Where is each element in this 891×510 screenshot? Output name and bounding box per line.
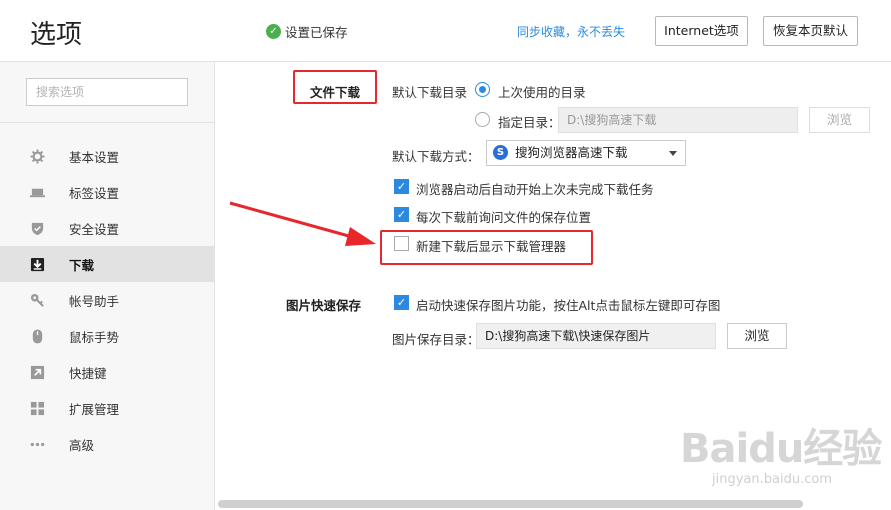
baidu-watermark: Baidu经验	[680, 426, 882, 472]
horizontal-scrollbar[interactable]	[218, 500, 803, 508]
baidu-watermark-url: jingyan.baidu.com	[712, 472, 832, 487]
